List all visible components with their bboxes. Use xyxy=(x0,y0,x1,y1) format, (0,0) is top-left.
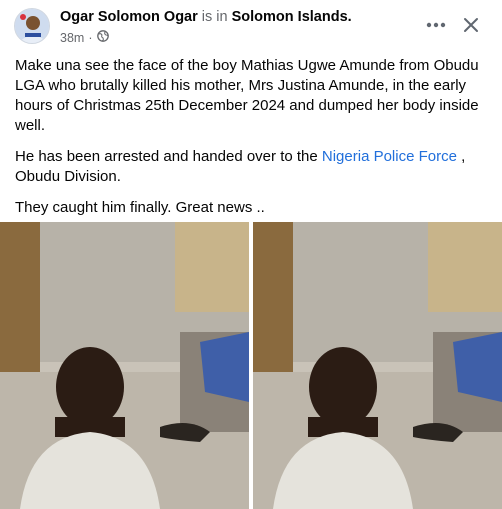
post-photo-left[interactable] xyxy=(0,222,249,509)
is-in-text: is in xyxy=(201,9,228,25)
post-paragraph-2: He has been arrested and handed over to … xyxy=(15,147,493,187)
post-paragraph-3: They caught him finally. Great news .. xyxy=(15,199,265,216)
globe-icon[interactable] xyxy=(96,30,109,45)
post-body: Make una see the face of the boy Mathias… xyxy=(15,56,493,229)
post-photo-right[interactable] xyxy=(253,222,502,509)
author-name[interactable]: Ogar Solomon Ogar xyxy=(60,9,198,25)
author-line: Ogar Solomon Ogar is in Solomon Islands. xyxy=(60,9,352,25)
location-link[interactable]: Solomon Islands. xyxy=(232,9,352,25)
post-header: Ogar Solomon Ogar is in Solomon Islands.… xyxy=(0,0,502,52)
police-force-link[interactable]: Nigeria Police Force xyxy=(322,148,457,165)
post-meta: 38m · xyxy=(60,30,109,45)
close-button[interactable] xyxy=(458,12,484,38)
close-icon xyxy=(464,18,478,32)
post-time[interactable]: 38m xyxy=(60,31,84,45)
author-avatar[interactable] xyxy=(14,8,50,44)
more-options-icon xyxy=(426,22,446,28)
post-photos xyxy=(0,222,502,509)
paragraph-2-before: He has been arrested and handed over to … xyxy=(15,148,322,165)
post-paragraph-1: Make una see the face of the boy Mathias… xyxy=(15,57,479,134)
more-options-button[interactable] xyxy=(423,12,449,38)
meta-separator: · xyxy=(88,30,93,45)
